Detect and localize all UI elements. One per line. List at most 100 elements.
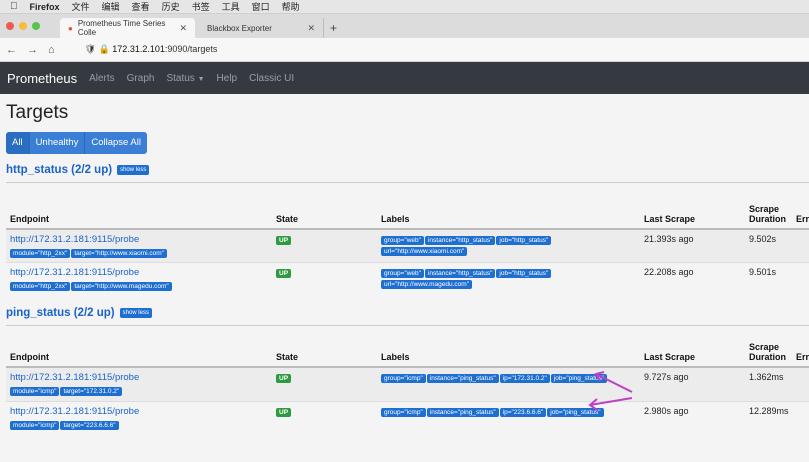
endpoint-param-badge: target="223.6.6.6": [60, 420, 119, 430]
table-row: http://172.31.2.181:9115/probe module="ht…: [6, 228, 809, 263]
endpoint-param-badge: target="http://www.magedu.com": [71, 282, 172, 291]
error-cell: [792, 262, 809, 297]
state-badge: UP: [276, 235, 292, 245]
endpoint-param-badge: module="icmp": [10, 420, 60, 430]
os-menu-item[interactable]: 文件: [72, 0, 90, 13]
os-menu-item[interactable]: 历史: [162, 0, 180, 13]
label-badge: group="web": [381, 235, 424, 245]
nav-graph[interactable]: Graph: [127, 73, 155, 84]
endpoint-cell: http://172.31.2.181:9115/probe module="ht…: [6, 262, 272, 297]
labels-cell: group="web" instance="http_status" job="ht…: [377, 228, 640, 263]
os-menu-item[interactable]: 工具: [222, 0, 240, 13]
endpoint-cell: http://172.31.2.181:9115/probe module="ic…: [6, 400, 272, 435]
browser-toolbar: ← → ⌂ 🛡 🔒 172.31.2.101:9090/targets: [0, 38, 809, 62]
label-badge: job="ping_status": [550, 374, 608, 383]
label-badge: job="http_status": [496, 235, 552, 245]
close-tab-icon[interactable]: ✕: [307, 23, 315, 34]
labels-cell: group="web" instance="http_status" job="ht…: [377, 262, 640, 297]
last-scrape-cell: 9.727s ago: [640, 366, 745, 401]
job-header: http_status (2/2 up) show less: [6, 161, 803, 179]
label-badge: job="http_status": [496, 269, 552, 278]
job-header: ping_status (2/2 up) show less: [6, 304, 803, 322]
apple-icon[interactable]: : [10, 1, 18, 12]
os-app-name[interactable]: Firefox: [30, 2, 60, 12]
error-cell: [792, 400, 809, 435]
column-header-error: Erro: [792, 324, 809, 368]
targets-table: Endpoint State Labels Last Scrape Scrape…: [6, 182, 809, 297]
column-header-labels: Labels: [377, 324, 640, 368]
error-cell: [792, 228, 809, 263]
scrape-duration-cell: 1.362ms: [745, 366, 792, 401]
url-host: 172.31.2.101: [112, 44, 165, 54]
browser-tab-prometheus[interactable]: ● Prometheus Time Series Colle ✕: [60, 18, 195, 38]
endpoint-link[interactable]: http://172.31.2.181:9115/probe: [10, 406, 268, 417]
prometheus-favicon-icon: ●: [68, 23, 73, 33]
labels-cell: group="icmp" instance="ping_status" ip="17…: [377, 366, 640, 401]
scrape-duration-cell: 9.502s: [745, 228, 792, 263]
show-less-button[interactable]: show less: [117, 165, 150, 175]
table-header-row: Endpoint State Labels Last Scrape Scrape…: [6, 182, 809, 230]
label-badge: group="icmp": [381, 407, 426, 417]
table-row: http://172.31.2.181:9115/probe module="ic…: [6, 400, 809, 435]
state-cell: UP: [272, 228, 377, 263]
os-menu-item[interactable]: 帮助: [282, 0, 300, 13]
minimize-window-button[interactable]: [19, 22, 27, 30]
prometheus-navbar: Prometheus Alerts Graph Status ▼ Help Cl…: [0, 62, 809, 94]
job-name-link[interactable]: http_status (2/2 up): [6, 164, 112, 176]
table-row: http://172.31.2.181:9115/probe module="ic…: [6, 366, 809, 401]
label-badge: instance="http_status": [424, 269, 496, 278]
forward-icon[interactable]: →: [27, 44, 38, 56]
show-less-button[interactable]: show less: [119, 307, 152, 318]
os-menu-item[interactable]: 查看: [132, 0, 150, 13]
nav-help[interactable]: Help: [217, 73, 238, 84]
endpoint-link[interactable]: http://172.31.2.181:9115/probe: [10, 267, 268, 278]
nav-alerts[interactable]: Alerts: [89, 73, 115, 84]
column-header-endpoint: Endpoint: [6, 182, 272, 230]
filter-button-group: All Unhealthy Collapse All: [6, 132, 803, 154]
label-badge: url="http://www.xiaomi.com": [381, 246, 468, 256]
address-bar[interactable]: 🛡 🔒 172.31.2.101:9090/targets: [85, 44, 218, 55]
state-cell: UP: [272, 366, 377, 401]
os-menu-item[interactable]: 窗口: [252, 0, 270, 13]
browser-tab-strip: ● Prometheus Time Series Colle ✕ Blackbo…: [0, 14, 809, 38]
maximize-window-button[interactable]: [32, 22, 40, 30]
collapse-all-button[interactable]: Collapse All: [85, 132, 147, 154]
nav-classic-ui[interactable]: Classic UI: [249, 73, 294, 84]
os-menu-item[interactable]: 书签: [192, 0, 210, 13]
last-scrape-cell: 2.980s ago: [640, 400, 745, 435]
home-icon[interactable]: ⌂: [48, 44, 55, 56]
os-menu-bar:  Firefox 文件 编辑 查看 历史 书签 工具 窗口 帮助: [0, 0, 809, 14]
column-header-error: Erro: [792, 182, 809, 230]
filter-unhealthy-button[interactable]: Unhealthy: [29, 132, 86, 154]
state-badge: UP: [276, 407, 292, 417]
column-header-endpoint: Endpoint: [6, 324, 272, 368]
endpoint-link[interactable]: http://172.31.2.181:9115/probe: [10, 234, 268, 245]
state-badge: UP: [276, 269, 292, 278]
column-header-last-scrape: Last Scrape: [640, 182, 745, 230]
error-cell: [792, 366, 809, 401]
tab-title: Prometheus Time Series Colle: [77, 19, 166, 37]
table-header-row: Endpoint State Labels Last Scrape Scrape…: [6, 324, 809, 368]
endpoint-param-badge: module="http_2xx": [10, 282, 71, 291]
filter-all-button[interactable]: All: [6, 132, 30, 154]
state-cell: UP: [272, 400, 377, 435]
url-path: :9090/targets: [164, 44, 218, 54]
main-content: Targets All Unhealthy Collapse All http_…: [0, 102, 809, 435]
column-header-scrape-duration: Scrape Duration: [745, 182, 792, 230]
back-icon[interactable]: ←: [6, 44, 17, 56]
last-scrape-cell: 22.208s ago: [640, 262, 745, 297]
column-header-last-scrape: Last Scrape: [640, 324, 745, 368]
endpoint-link[interactable]: http://172.31.2.181:9115/probe: [10, 372, 268, 383]
nav-status[interactable]: Status ▼: [166, 73, 204, 84]
job-name-link[interactable]: ping_status (2/2 up): [6, 307, 115, 319]
label-badge: instance="ping_status": [426, 374, 499, 383]
last-scrape-cell: 21.393s ago: [640, 228, 745, 263]
new-tab-icon[interactable]: +: [330, 18, 337, 38]
os-menu-item[interactable]: 编辑: [102, 0, 120, 13]
browser-tab-blackbox[interactable]: Blackbox Exporter ✕: [199, 18, 324, 38]
brand-link[interactable]: Prometheus: [7, 71, 77, 86]
close-window-button[interactable]: [6, 22, 14, 30]
nav-status-label: Status: [166, 72, 195, 84]
endpoint-cell: http://172.31.2.181:9115/probe module="ic…: [6, 366, 272, 401]
close-tab-icon[interactable]: ✕: [179, 23, 187, 34]
